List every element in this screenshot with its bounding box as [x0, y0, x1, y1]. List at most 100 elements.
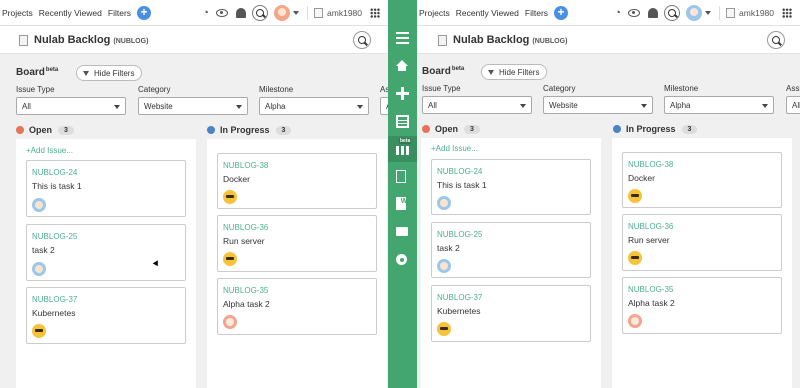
assignee-label: Assi — [380, 85, 388, 94]
search-icon[interactable] — [664, 4, 681, 21]
issue-card[interactable]: NUBLOG-38 Docker — [622, 152, 782, 208]
column-title: Open — [435, 124, 459, 134]
project-icon — [438, 35, 447, 46]
apps-grid-icon[interactable] — [782, 7, 792, 18]
issue-key[interactable]: NUBLOG-25 — [32, 232, 77, 241]
space-icon — [726, 7, 736, 18]
issue-summary: task 2 — [437, 243, 460, 253]
project-search-button[interactable] — [767, 31, 785, 49]
issue-summary: Alpha task 2 — [223, 299, 270, 309]
issue-key[interactable]: NUBLOG-24 — [32, 168, 77, 177]
user-avatar[interactable] — [686, 4, 703, 21]
issue-summary: task 2 — [32, 245, 55, 255]
board-icon[interactable] — [396, 146, 409, 155]
ghost-icon[interactable]: ◔ — [202, 7, 209, 19]
issue-key[interactable]: NUBLOG-35 — [223, 286, 268, 295]
issue-type-label: Issue Type — [16, 85, 55, 94]
settings-gear-icon[interactable] — [396, 254, 407, 265]
column-title: In Progress — [626, 124, 676, 134]
issue-summary: Alpha task 2 — [628, 298, 675, 308]
issue-card[interactable]: NUBLOG-25 task 2 — [26, 224, 186, 281]
issue-type-select[interactable]: All — [422, 96, 532, 114]
issue-key[interactable]: NUBLOG-38 — [223, 161, 268, 170]
watch-icon[interactable] — [628, 8, 641, 17]
gantt-chart-icon[interactable] — [396, 170, 406, 183]
issue-card[interactable]: NUBLOG-35 Alpha task 2 — [217, 278, 377, 335]
issue-key[interactable]: NUBLOG-35 — [628, 285, 673, 294]
issue-card[interactable]: NUBLOG-36 Run server — [217, 215, 377, 272]
milestone-select[interactable]: Alpha — [664, 96, 774, 114]
project-title[interactable]: Nulab Backlog (NUBLOG) — [34, 34, 148, 46]
filter-icon — [488, 69, 494, 75]
issue-type-select[interactable]: All — [16, 97, 126, 115]
issue-key[interactable]: NUBLOG-25 — [437, 230, 482, 239]
issue-card[interactable]: NUBLOG-25 task 2 — [431, 222, 591, 278]
bell-icon[interactable] — [648, 7, 659, 18]
issue-summary: Kubernetes — [32, 308, 76, 318]
username[interactable]: amk1980 — [739, 8, 774, 18]
project-search-button[interactable] — [353, 31, 371, 49]
issue-card[interactable]: NUBLOG-36 Run server — [622, 214, 782, 271]
divider — [307, 5, 309, 20]
nav-projects[interactable]: Projects — [419, 8, 450, 18]
issue-key[interactable]: NUBLOG-24 — [437, 167, 482, 176]
add-button[interactable]: + — [137, 5, 152, 20]
ghost-icon[interactable]: ◔ — [614, 7, 621, 19]
nav-filters[interactable]: Filters — [108, 8, 131, 18]
username[interactable]: amk1980 — [327, 8, 362, 18]
chevron-down-icon[interactable] — [705, 10, 712, 15]
add-button[interactable]: + — [554, 5, 569, 20]
issue-card[interactable]: NUBLOG-24 This is task 1 — [431, 159, 591, 215]
hide-filters-button[interactable]: Hide Filters — [76, 65, 143, 81]
issue-summary: Run server — [628, 235, 670, 245]
category-select[interactable]: Website — [138, 97, 248, 115]
column-count: 3 — [275, 125, 292, 135]
issues-list-icon[interactable] — [396, 115, 409, 128]
add-issue-icon[interactable] — [396, 87, 409, 100]
issue-card[interactable]: NUBLOG-24 This is task 1 — [26, 160, 186, 217]
issue-key[interactable]: NUBLOG-38 — [628, 160, 673, 169]
assignee-avatar — [628, 314, 642, 328]
user-avatar[interactable] — [274, 4, 291, 21]
issue-card[interactable]: NUBLOG-37 Kubernetes — [431, 285, 591, 342]
issue-card[interactable]: NUBLOG-38 Docker — [217, 153, 377, 209]
category-select[interactable]: Website — [543, 96, 653, 114]
nav-recently-viewed[interactable]: Recently Viewed — [39, 8, 102, 18]
assignee-avatar — [437, 259, 451, 273]
issue-card[interactable]: NUBLOG-37 Kubernetes — [26, 287, 186, 344]
issue-key[interactable]: NUBLOG-36 — [628, 222, 673, 231]
files-icon[interactable] — [396, 227, 408, 236]
beta-badge: beta — [451, 66, 465, 72]
chevron-down-icon[interactable] — [293, 10, 300, 15]
assignee-select[interactable]: All — [786, 96, 800, 114]
milestone-select[interactable]: Alpha — [259, 97, 369, 115]
project-key: (NUBLOG) — [532, 38, 568, 45]
issue-summary: This is task 1 — [32, 181, 82, 191]
nav-filters[interactable]: Filters — [525, 8, 548, 18]
issue-summary: Docker — [628, 173, 655, 183]
screen: Projects Recently Viewed Filters + ◔ amk… — [0, 0, 800, 388]
bell-icon[interactable] — [236, 7, 247, 18]
assignee-avatar — [32, 324, 46, 338]
add-issue-link[interactable]: +Add Issue... — [431, 144, 478, 153]
board-title: Boardbeta — [16, 67, 59, 78]
nav-projects[interactable]: Projects — [2, 8, 33, 18]
chevron-down-icon — [114, 105, 120, 109]
issue-key[interactable]: NUBLOG-36 — [223, 223, 268, 232]
nav-recently-viewed[interactable]: Recently Viewed — [456, 8, 519, 18]
issue-card[interactable]: NUBLOG-35 Alpha task 2 — [622, 277, 782, 334]
watch-icon[interactable] — [216, 8, 229, 17]
project-title[interactable]: Nulab Backlog (NUBLOG) — [453, 34, 567, 46]
hide-filters-button[interactable]: Hide Filters — [481, 64, 548, 80]
apps-grid-icon[interactable] — [370, 7, 380, 18]
issue-key[interactable]: NUBLOG-37 — [32, 295, 77, 304]
project-header: Nulab Backlog (NUBLOG) — [0, 26, 388, 54]
issue-key[interactable]: NUBLOG-37 — [437, 293, 482, 302]
category-label: Category — [138, 85, 171, 94]
column-title: Open — [29, 125, 53, 135]
add-issue-link[interactable]: +Add Issue... — [26, 146, 73, 155]
menu-icon[interactable] — [396, 32, 409, 44]
assignee-select[interactable]: All — [380, 97, 388, 115]
column-open: +Add Issue... NUBLOG-24 This is task 1 N… — [16, 139, 196, 388]
search-icon[interactable] — [252, 4, 269, 21]
